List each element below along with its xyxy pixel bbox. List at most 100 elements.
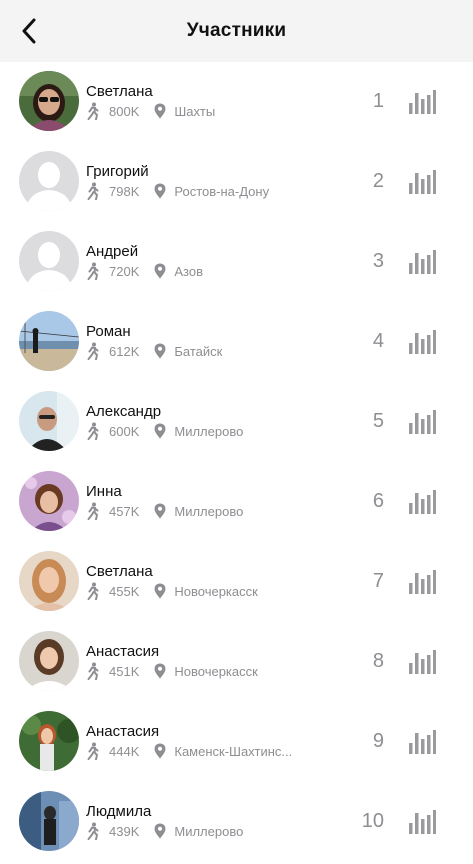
participant-name: Роман [86, 323, 131, 340]
bar-chart-icon[interactable] [408, 730, 436, 754]
walking-icon [87, 102, 99, 120]
location-pin-icon [154, 263, 166, 279]
city: Шахты [174, 103, 216, 119]
participant-meta: 455K Новочеркасск [86, 582, 258, 600]
participant-name: Александр [86, 403, 162, 420]
location-pin-icon [154, 343, 166, 359]
participant-meta: 798K Ростов-на-Дону [86, 182, 269, 200]
participant-meta: 451K Новочеркасск [86, 662, 258, 680]
rank: 3 [372, 250, 384, 272]
steps-count: 612K [109, 343, 140, 359]
avatar[interactable] [19, 391, 79, 451]
avatar[interactable] [19, 551, 79, 611]
rank: 8 [372, 650, 384, 672]
steps-count: 798K [109, 183, 140, 199]
steps-count: 455K [109, 583, 140, 599]
avatar[interactable] [19, 231, 79, 291]
bar-chart-icon[interactable] [408, 810, 436, 834]
rank: 10 [361, 810, 384, 832]
walking-icon [87, 262, 99, 280]
avatar[interactable] [19, 311, 79, 371]
list-item[interactable]: Инна 457K Миллерово 6 [0, 462, 473, 542]
rank: 2 [372, 170, 384, 192]
city: Азов [174, 263, 203, 279]
walking-icon [87, 422, 99, 440]
location-pin-icon [154, 503, 166, 519]
list-item[interactable]: Андрей 720K Азов 3 [0, 222, 473, 302]
bar-chart-icon[interactable] [408, 250, 436, 274]
participant-meta: 444K Каменск-Шахтинс... [86, 742, 292, 760]
steps-count: 444K [109, 743, 140, 759]
participants-list: Светлана 800K Шахты 1 Григорий 798K Рост… [0, 62, 473, 862]
location-pin-icon [154, 183, 166, 199]
location-pin-icon [154, 583, 166, 599]
bar-chart-icon[interactable] [408, 90, 436, 114]
city: Каменск-Шахтинс... [174, 743, 293, 759]
participant-meta: 600K Миллерово [86, 422, 243, 440]
participant-name: Анастасия [86, 643, 160, 660]
list-item[interactable]: Александр 600K Миллерово 5 [0, 382, 473, 462]
walking-icon [87, 342, 99, 360]
city: Батайск [174, 343, 223, 359]
steps-count: 451K [109, 663, 140, 679]
steps-count: 800K [109, 103, 140, 119]
rank: 4 [372, 330, 384, 352]
participant-name: Андрей [86, 243, 139, 260]
walking-icon [87, 742, 99, 760]
location-pin-icon [154, 103, 166, 119]
rank: 6 [372, 490, 384, 512]
avatar[interactable] [19, 151, 79, 211]
bar-chart-icon[interactable] [408, 490, 436, 514]
participant-meta: 720K Азов [86, 262, 203, 280]
list-item[interactable]: Людмила 439K Миллерово 10 [0, 782, 473, 862]
participant-name: Людмила [86, 803, 152, 820]
steps-count: 720K [109, 263, 140, 279]
participant-meta: 612K Батайск [86, 342, 222, 360]
rank: 1 [372, 90, 384, 112]
walking-icon [87, 662, 99, 680]
city: Миллерово [174, 503, 244, 519]
participant-meta: 439K Миллерово [86, 822, 243, 840]
list-item[interactable]: Анастасия 451K Новочеркасск 8 [0, 622, 473, 702]
location-pin-icon [154, 823, 166, 839]
bar-chart-icon[interactable] [408, 330, 436, 354]
steps-count: 439K [109, 823, 140, 839]
bar-chart-icon[interactable] [408, 570, 436, 594]
avatar[interactable] [19, 71, 79, 131]
rank: 9 [372, 730, 384, 752]
bar-chart-icon[interactable] [408, 170, 436, 194]
participant-name: Инна [86, 483, 122, 500]
location-pin-icon [154, 423, 166, 439]
participant-meta: 800K Шахты [86, 102, 215, 120]
city: Ростов-на-Дону [174, 183, 270, 199]
participant-name: Светлана [86, 83, 153, 100]
avatar[interactable] [19, 711, 79, 771]
participant-name: Анастасия [86, 723, 160, 740]
walking-icon [87, 822, 99, 840]
list-item[interactable]: Светлана 800K Шахты 1 [0, 62, 473, 142]
walking-icon [87, 582, 99, 600]
steps-count: 457K [109, 503, 140, 519]
bar-chart-icon[interactable] [408, 410, 436, 434]
avatar[interactable] [19, 471, 79, 531]
city: Миллерово [174, 423, 244, 439]
list-item[interactable]: Анастасия 444K Каменск-Шахтинс... 9 [0, 702, 473, 782]
participant-meta: 457K Миллерово [86, 502, 243, 520]
city: Новочеркасск [174, 583, 258, 599]
walking-icon [87, 502, 99, 520]
city: Миллерово [174, 823, 244, 839]
avatar[interactable] [19, 791, 79, 851]
city: Новочеркасск [174, 663, 258, 679]
bar-chart-icon[interactable] [408, 650, 436, 674]
steps-count: 600K [109, 423, 140, 439]
list-item[interactable]: Григорий 798K Ростов-на-Дону 2 [0, 142, 473, 222]
walking-icon [87, 182, 99, 200]
avatar[interactable] [19, 631, 79, 691]
participant-name: Светлана [86, 563, 153, 580]
top-bar: Участники [0, 0, 473, 62]
location-pin-icon [154, 663, 166, 679]
list-item[interactable]: Светлана 455K Новочеркасск 7 [0, 542, 473, 622]
list-item[interactable]: Роман 612K Батайск 4 [0, 302, 473, 382]
participant-name: Григорий [86, 163, 149, 180]
chevron-left-icon[interactable] [14, 15, 44, 47]
